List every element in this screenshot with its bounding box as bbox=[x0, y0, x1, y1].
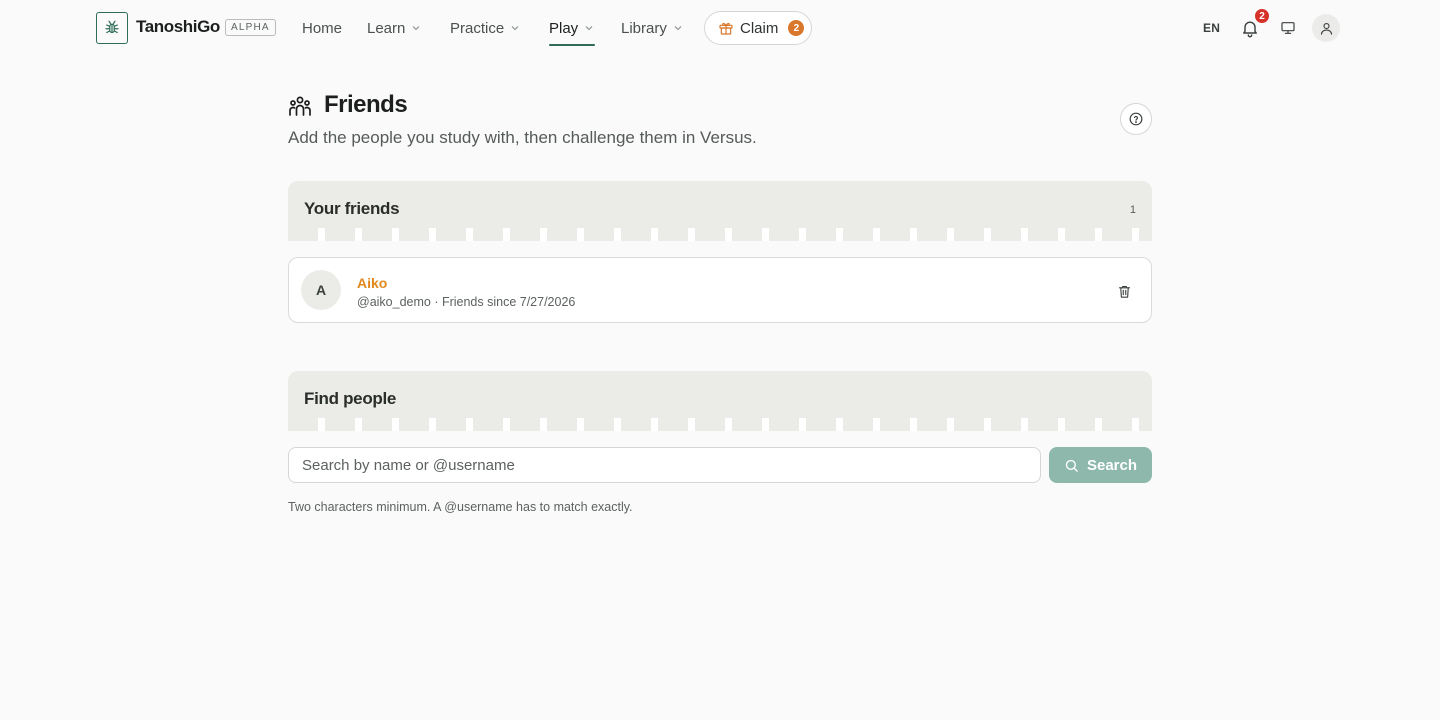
nav-home-label: Home bbox=[302, 19, 343, 37]
question-circle-icon bbox=[1129, 112, 1143, 126]
chevron-down-icon bbox=[511, 26, 519, 31]
friend-card: A Aiko @aiko_demo · Friends since 7/27/2… bbox=[288, 257, 1152, 323]
friends-section-header: Your friends 1 bbox=[288, 181, 1152, 241]
remove-friend-button[interactable] bbox=[1113, 280, 1135, 302]
nav-library[interactable]: Library bbox=[621, 19, 683, 37]
page-subtitle: Add the people you study with, then chal… bbox=[288, 128, 757, 147]
friend-avatar: A bbox=[301, 270, 341, 310]
monitor-icon bbox=[1281, 22, 1295, 34]
chevron-down-icon bbox=[674, 26, 682, 31]
nav-play-label: Play bbox=[549, 19, 579, 37]
chevron-down-icon bbox=[412, 26, 420, 31]
nav-play[interactable]: Play bbox=[549, 19, 594, 37]
display-mode-button[interactable] bbox=[1274, 14, 1302, 42]
nav-practice-label: Practice bbox=[450, 19, 505, 37]
alpha-badge: ALPHA bbox=[225, 19, 276, 36]
friends-count: 1 bbox=[1129, 204, 1136, 216]
nav-learn[interactable]: Learn bbox=[367, 19, 421, 37]
section-tick-border bbox=[288, 418, 1152, 431]
friends-section-title: Your friends bbox=[304, 199, 400, 218]
logo-bug-icon[interactable] bbox=[96, 12, 128, 44]
user-menu-button[interactable] bbox=[1312, 14, 1340, 42]
find-section-title: Find people bbox=[304, 389, 397, 408]
friend-name[interactable]: Aiko bbox=[357, 275, 387, 291]
nav-learn-label: Learn bbox=[367, 19, 406, 37]
nav-library-label: Library bbox=[621, 19, 667, 37]
claim-count-badge: 2 bbox=[788, 20, 805, 36]
claim-button[interactable]: Claim 2 bbox=[704, 11, 812, 45]
nav-active-indicator bbox=[549, 44, 595, 46]
language-switcher[interactable]: EN bbox=[1203, 21, 1220, 35]
section-tick-border bbox=[288, 228, 1152, 241]
claim-label: Claim bbox=[740, 19, 779, 37]
help-button[interactable] bbox=[1120, 103, 1152, 135]
top-navbar: TanoshiGo ALPHA Home Learn Practice Play… bbox=[0, 0, 1440, 56]
search-hint: Two characters minimum. A @username has … bbox=[288, 500, 633, 514]
find-section-header: Find people bbox=[288, 371, 1152, 431]
nav-practice[interactable]: Practice bbox=[450, 19, 520, 37]
gift-icon bbox=[719, 22, 733, 35]
nav-home[interactable]: Home bbox=[302, 19, 342, 37]
friends-icon bbox=[289, 96, 311, 116]
brand-name[interactable]: TanoshiGo bbox=[136, 17, 220, 37]
search-button[interactable]: Search bbox=[1049, 447, 1152, 483]
search-icon bbox=[1065, 459, 1078, 472]
user-icon bbox=[1320, 22, 1332, 35]
page-title: Friends bbox=[324, 91, 408, 118]
notification-count-badge: 2 bbox=[1254, 8, 1270, 24]
trash-icon bbox=[1118, 285, 1130, 298]
search-button-label: Search bbox=[1086, 456, 1138, 474]
chevron-down-icon bbox=[585, 26, 593, 31]
search-input[interactable] bbox=[288, 447, 1041, 483]
friend-meta: @aiko_demo · Friends since 7/27/2026 bbox=[357, 295, 576, 309]
